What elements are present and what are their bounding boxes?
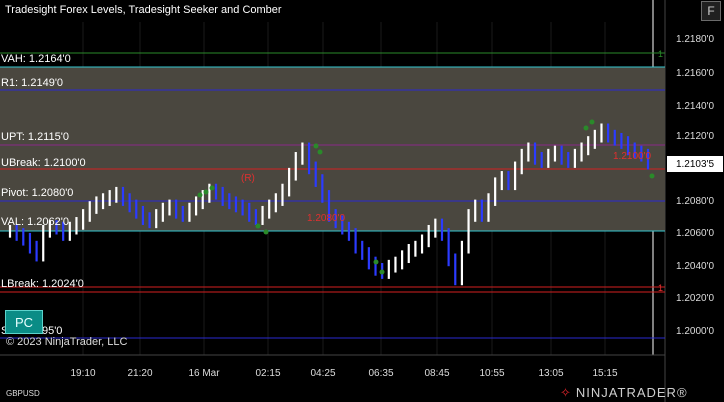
price-tick-label: 1.2080'0 — [676, 196, 715, 207]
seeker-dot — [263, 229, 269, 235]
price-tick-label: 1.2040'0 — [676, 261, 715, 272]
seeker-dot — [649, 173, 655, 179]
price-tick-label: 1.2160'0 — [676, 68, 715, 79]
seeker-dot — [197, 192, 203, 198]
level-label: VAH: 1.2164'0 — [1, 53, 71, 65]
logo-trademark: ® — [676, 385, 688, 400]
time-tick-label: 06:35 — [368, 368, 394, 379]
reversal-marker: (R) — [241, 173, 255, 184]
time-tick-label: 04:25 — [310, 368, 336, 379]
price-tick-label: 1.2120'0 — [676, 131, 715, 142]
level-label: LBreak: 1.2024'0 — [1, 278, 84, 290]
fullscreen-button[interactable]: F — [701, 1, 721, 21]
seeker-dot — [317, 149, 323, 155]
price-tick-label: 1.2180'0 — [676, 34, 715, 45]
lbreak-marker: 1 — [658, 283, 663, 293]
price-tick-label: 1.2060'0 — [676, 228, 715, 239]
time-tick-label: 02:15 — [255, 368, 281, 379]
level-label: R1: 1.2149'0 — [1, 77, 64, 89]
time-tick-label: 15:15 — [592, 368, 618, 379]
seeker-dot — [589, 119, 595, 125]
ninjatrader-logo-icon: ✧ — [560, 385, 572, 400]
pc-button[interactable]: PC — [5, 310, 43, 334]
vah-marker: 1 — [658, 49, 663, 59]
seeker-dot — [255, 223, 261, 229]
time-tick-label: 19:10 — [70, 368, 96, 379]
seeker-dot — [373, 259, 379, 265]
level-label: UBreak: 1.2100'0 — [1, 157, 86, 169]
seeker-dot — [583, 125, 589, 131]
value-area-band — [0, 67, 665, 231]
price-tick-label: 1.2000'0 — [676, 326, 715, 337]
pivot-annotation: 1.2080'0 — [307, 213, 345, 224]
copyright-text: © 2023 NinjaTrader, LLC — [6, 336, 128, 348]
seeker-dot — [203, 189, 209, 195]
seeker-dot — [379, 269, 385, 275]
ubreak-annotation: 1.2100'0 — [613, 151, 651, 162]
level-label: Pivot: 1.2080'0 — [1, 187, 74, 199]
level-label: VAL: 1.2062'0 — [1, 216, 69, 228]
chart-title: Tradesight Forex Levels, Tradesight Seek… — [5, 4, 282, 16]
logo-text: NINJATRADER — [575, 385, 677, 400]
instrument-label: GBPUSD — [6, 389, 40, 398]
seeker-dot — [209, 185, 215, 191]
level-label: UPT: 1.2115'0 — [1, 131, 69, 143]
seeker-dot — [313, 143, 319, 149]
time-tick-label: 16 Mar — [188, 368, 220, 379]
current-price-badge: 1.2103'5 — [667, 156, 723, 172]
ninjatrader-logo: ✧ NINJATRADER® — [560, 385, 688, 401]
time-tick-label: 21:20 — [127, 368, 153, 379]
price-tick-label: 1.2140'0 — [676, 101, 715, 112]
price-tick-label: 1.2020'0 — [676, 293, 715, 304]
time-tick-label: 10:55 — [479, 368, 505, 379]
time-tick-label: 08:45 — [424, 368, 450, 379]
time-tick-label: 13:05 — [538, 368, 564, 379]
